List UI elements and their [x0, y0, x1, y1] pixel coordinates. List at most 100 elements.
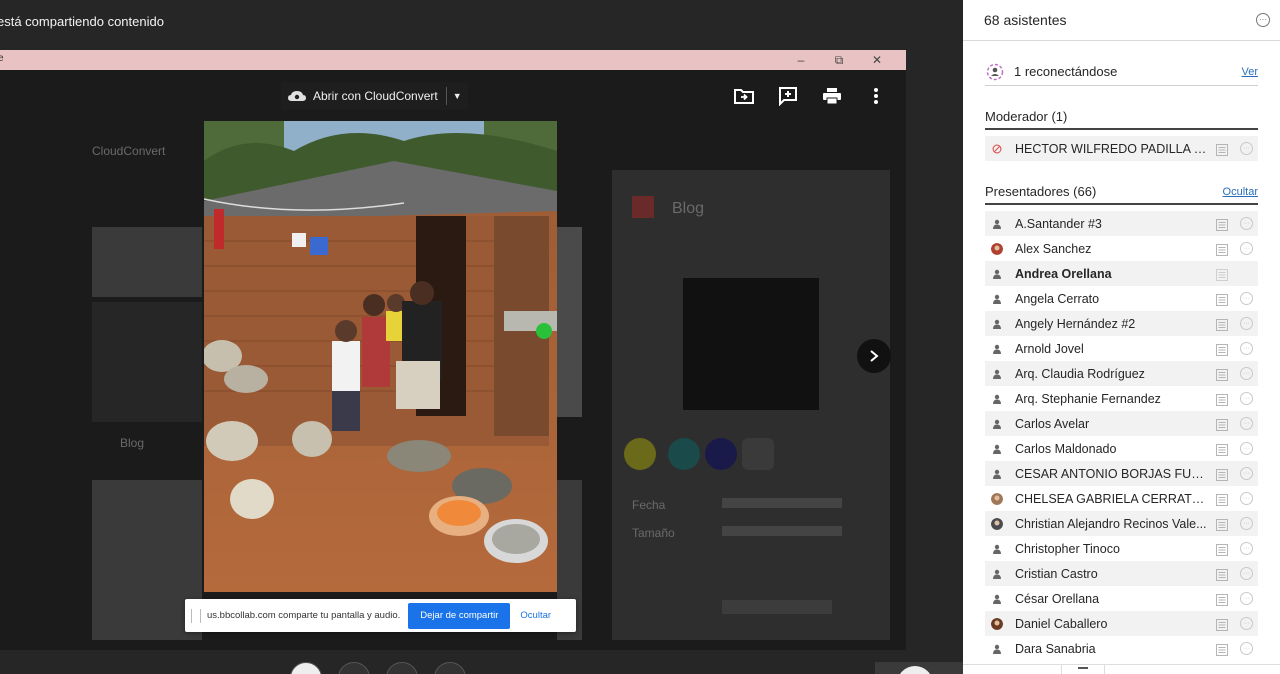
panel-menu-tab[interactable] [1061, 665, 1105, 674]
attendee-options-button[interactable]: ··· [1240, 467, 1253, 480]
attendee-options-button[interactable]: ··· [1240, 492, 1253, 505]
presenter-row[interactable]: Dara Sanabria ··· [985, 636, 1258, 661]
avatar [990, 492, 1004, 506]
minimize-button[interactable]: – [782, 51, 820, 69]
user-icon [990, 592, 1004, 606]
moderator-row[interactable]: HECTOR WILFREDO PADILLA SIE... ··· [985, 136, 1258, 161]
shared-photo [204, 121, 557, 592]
attendee-options-button[interactable]: ··· [1240, 442, 1253, 455]
share-message: us.bbcollab.com comparte tu pantalla y a… [207, 610, 401, 621]
panel-more-options-button[interactable]: ··· [1256, 13, 1270, 27]
session-control-button[interactable] [290, 662, 322, 674]
session-control-button[interactable] [386, 662, 418, 674]
stop-sharing-button[interactable]: Dejar de compartir [408, 602, 511, 629]
attendee-options-button[interactable]: ··· [1240, 642, 1253, 655]
attendee-options-button[interactable]: ··· [1240, 367, 1253, 380]
hide-presenters-link[interactable]: Ocultar [1223, 186, 1258, 198]
document-icon [1216, 643, 1228, 656]
session-control-button[interactable] [434, 662, 466, 674]
presenter-row[interactable]: César Orellana ··· [985, 586, 1258, 611]
more-options-button[interactable] [860, 82, 892, 110]
maximize-button[interactable]: ⧉ [820, 51, 858, 69]
attendee-options-button[interactable]: ··· [1240, 142, 1253, 155]
reconnecting-row: 1 reconectándose Ver [985, 58, 1258, 86]
attendee-options-button[interactable]: ··· [1240, 242, 1253, 255]
user-icon [990, 417, 1004, 431]
attendee-options-button[interactable]: ··· [1240, 617, 1253, 630]
document-icon [1216, 268, 1228, 281]
document-icon [1216, 343, 1228, 356]
presenter-row[interactable]: Arq. Claudia Rodríguez ··· [985, 361, 1258, 386]
more-vertical-icon [874, 88, 878, 104]
presenter-name: Arnold Jovel [1015, 341, 1084, 356]
add-comment-icon [779, 87, 797, 106]
session-control-button[interactable] [338, 662, 370, 674]
background-thumbnail [683, 278, 819, 410]
attendee-options-button[interactable]: ··· [1240, 217, 1253, 230]
presenter-row[interactable]: Cristian Castro ··· [985, 561, 1258, 586]
presenter-name: A.Santander #3 [1015, 216, 1102, 231]
attendee-options-button[interactable]: ··· [1240, 517, 1253, 530]
document-icon [1216, 493, 1228, 506]
attendee-options-button[interactable]: ··· [1240, 392, 1253, 405]
presenter-name: Andrea Orellana [1015, 266, 1112, 281]
attendee-options-button[interactable]: ··· [1240, 592, 1253, 605]
presenter-row[interactable]: Carlos Maldonado ··· [985, 436, 1258, 461]
presenter-row[interactable]: Arq. Stephanie Fernandez ··· [985, 386, 1258, 411]
presenter-section-header: Presentadores (66) Ocultar [985, 180, 1258, 205]
next-image-button[interactable] [857, 339, 891, 373]
presenter-row[interactable]: Angely Hernández #2 ··· [985, 311, 1258, 336]
hide-share-bar-button[interactable]: Ocultar [520, 610, 551, 621]
close-button[interactable]: ✕ [858, 51, 896, 69]
caret-down-icon[interactable]: ▼ [453, 91, 462, 101]
blocked-icon [990, 142, 1004, 156]
print-button[interactable] [816, 82, 848, 110]
background-text: CloudConvert [92, 144, 166, 158]
background-circle [742, 438, 774, 470]
panel-toggle-button[interactable] [897, 666, 933, 674]
presenter-row[interactable]: CESAR ANTONIO BORJAS FUNES ··· [985, 461, 1258, 486]
user-icon [990, 217, 1004, 231]
presenter-name: César Orellana [1015, 591, 1100, 606]
document-icon [1216, 293, 1228, 306]
presenter-row[interactable]: Carlos Avelar ··· [985, 411, 1258, 436]
open-with-button[interactable]: Abrir con CloudConvert ▼ [281, 82, 468, 110]
attendee-options-button[interactable] [1240, 267, 1253, 280]
attendee-options-button[interactable]: ··· [1240, 292, 1253, 305]
attendee-options-button[interactable]: ··· [1240, 417, 1253, 430]
presenter-row[interactable]: A.Santander #3 ··· [985, 211, 1258, 236]
presenter-name: Christian Alejandro Recinos Vale... [1015, 516, 1207, 531]
presenter-row[interactable]: Alex Sanchez ··· [985, 236, 1258, 261]
presenter-name: Cristian Castro [1015, 566, 1098, 581]
session-controls [290, 662, 466, 674]
print-icon [823, 88, 841, 105]
presenter-row[interactable]: CHELSEA GABRIELA CERRATO R... ··· [985, 486, 1258, 511]
viewer-toolbar [728, 82, 892, 110]
presenter-name: Angely Hernández #2 [1015, 316, 1136, 331]
user-icon [990, 467, 1004, 481]
presenter-row[interactable]: Daniel Caballero ··· [985, 611, 1258, 636]
moderator-name: HECTOR WILFREDO PADILLA SIE... [1015, 141, 1210, 156]
add-comment-button[interactable] [772, 82, 804, 110]
presenter-row[interactable]: Christian Alejandro Recinos Vale... ··· [985, 511, 1258, 536]
presenter-name: Christopher Tinoco [1015, 541, 1120, 556]
document-icon [1216, 318, 1228, 331]
presenter-row[interactable]: Andrea Orellana [985, 261, 1258, 286]
background-circle [624, 438, 656, 470]
shared-window: e – ⧉ ✕ CloudConvert Blog Blog Fecha Tam… [0, 50, 906, 650]
view-reconnecting-link[interactable]: Ver [1241, 66, 1258, 78]
panel-toggle-area [875, 662, 963, 674]
background-text: Fecha [632, 498, 666, 512]
presenter-row[interactable]: Christopher Tinoco ··· [985, 536, 1258, 561]
user-icon [990, 392, 1004, 406]
presenter-row[interactable]: Arnold Jovel ··· [985, 336, 1258, 361]
open-with-label: Abrir con CloudConvert [313, 89, 438, 103]
attendee-options-button[interactable]: ··· [1240, 567, 1253, 580]
attendee-options-button[interactable]: ··· [1240, 317, 1253, 330]
drag-handle[interactable] [191, 608, 201, 623]
presenter-row[interactable]: Angela Cerrato ··· [985, 286, 1258, 311]
attendee-options-button[interactable]: ··· [1240, 342, 1253, 355]
move-to-drive-button[interactable] [728, 82, 760, 110]
attendee-options-button[interactable]: ··· [1240, 542, 1253, 555]
reconnecting-icon [985, 62, 1005, 82]
